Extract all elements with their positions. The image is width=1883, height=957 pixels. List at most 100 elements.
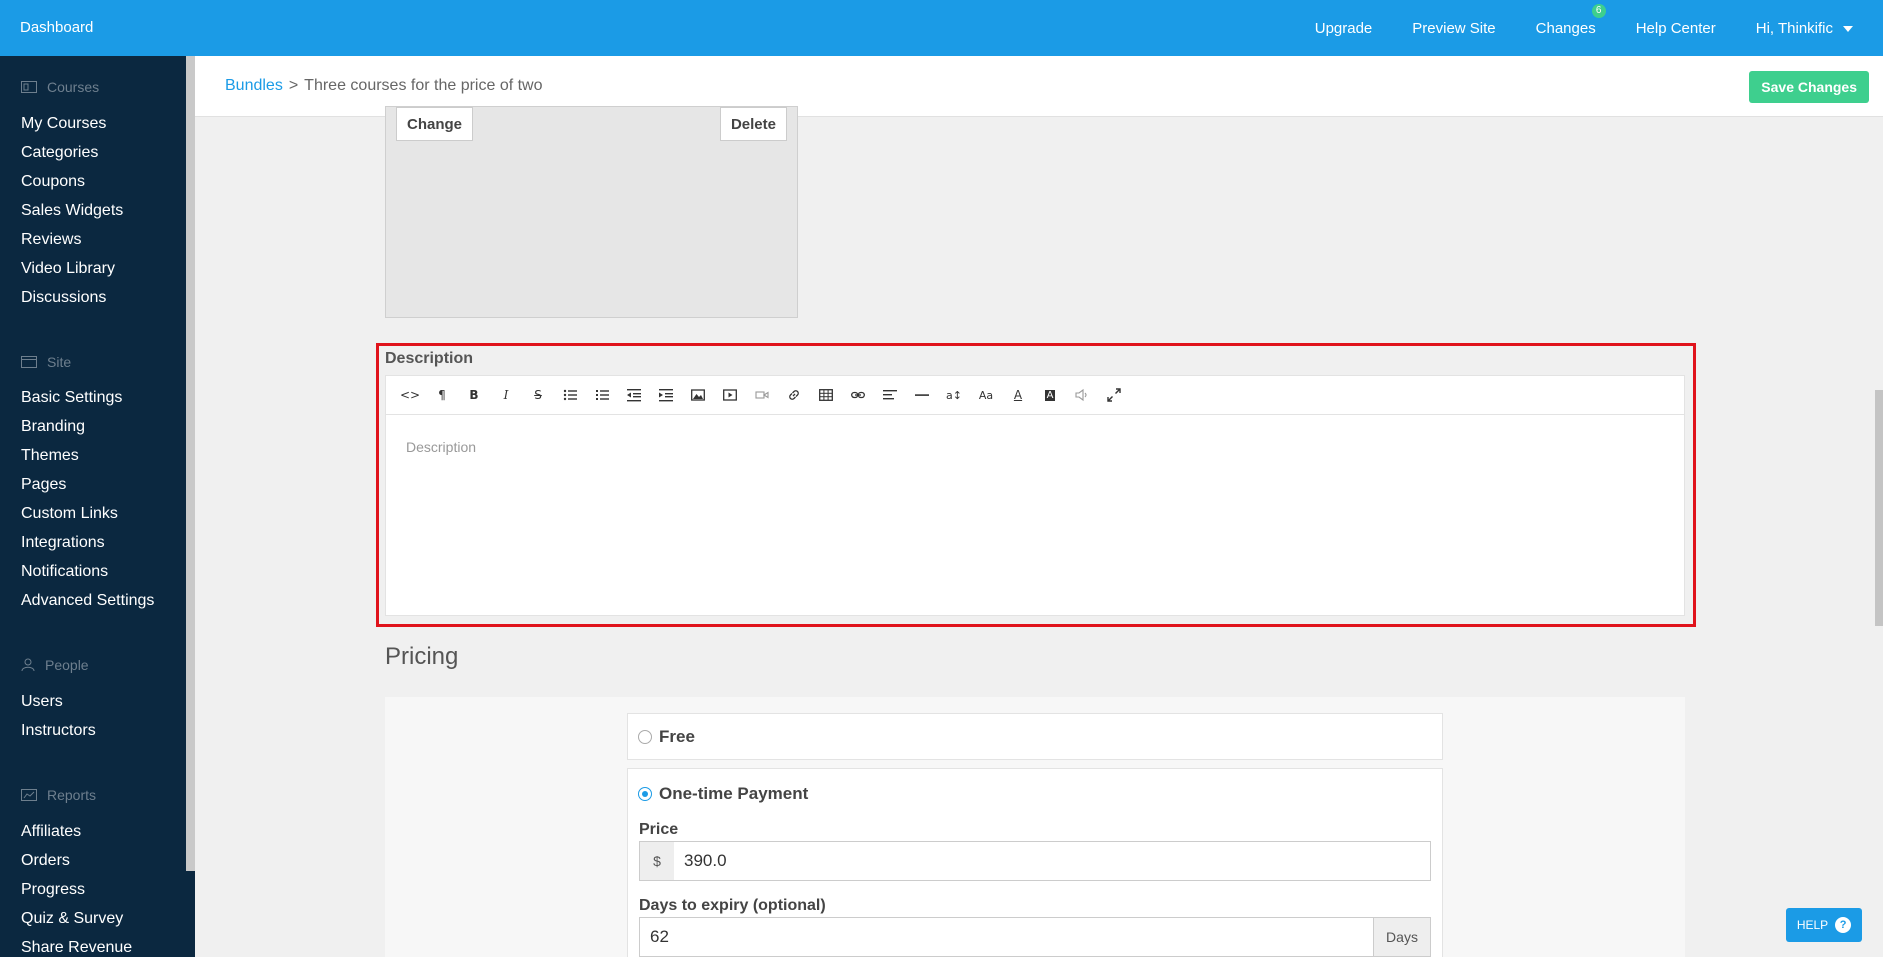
- align-icon[interactable]: [874, 379, 906, 411]
- dashboard-link[interactable]: Dashboard: [20, 19, 93, 36]
- sidebar-item-basic-settings[interactable]: Basic Settings: [21, 389, 122, 407]
- user-menu[interactable]: Hi, Thinkific: [1756, 20, 1853, 37]
- font-color-icon[interactable]: A: [1002, 379, 1034, 411]
- pricing-option-one-time[interactable]: One-time Payment Price $ Days to expiry …: [627, 768, 1443, 957]
- user-greeting: Hi, Thinkific: [1755, 19, 1833, 37]
- sidebar-item-categories[interactable]: Categories: [21, 144, 98, 162]
- insert-media-icon[interactable]: [746, 379, 778, 411]
- font-size-icon[interactable]: Aa: [970, 379, 1002, 411]
- paragraph-format-icon[interactable]: ¶: [426, 379, 458, 411]
- sidebar-item-notifications[interactable]: Notifications: [21, 563, 108, 581]
- people-icon: [21, 658, 35, 672]
- code-view-icon[interactable]: <>: [394, 379, 426, 411]
- changes-label: Changes: [1535, 19, 1596, 37]
- outdent-icon[interactable]: [618, 379, 650, 411]
- question-icon: ?: [1835, 917, 1852, 933]
- changes-link[interactable]: Changes 6: [1535, 3, 1606, 37]
- sidebar-item-branding[interactable]: Branding: [21, 418, 85, 436]
- one-time-label: One-time Payment: [659, 784, 809, 803]
- sidebar-item-integrations[interactable]: Integrations: [21, 534, 105, 552]
- editor-toolbar: <> ¶ B I S a↕ Aa A A: [385, 375, 1685, 415]
- expiry-input[interactable]: [640, 918, 1373, 956]
- sidebar-section-courses: Courses: [21, 79, 99, 95]
- help-label: HELP: [1796, 918, 1829, 932]
- sidebar-item-affiliates[interactable]: Affiliates: [21, 823, 81, 841]
- changes-count-badge: 6: [1591, 3, 1606, 18]
- sidebar-item-coupons[interactable]: Coupons: [21, 173, 85, 191]
- sidebar-item-custom-links[interactable]: Custom Links: [21, 505, 118, 523]
- line-height-icon[interactable]: a↕: [938, 379, 970, 411]
- pricing-heading: Pricing: [385, 643, 459, 670]
- horizontal-line-icon[interactable]: [906, 379, 938, 411]
- sidebar-item-quiz-survey[interactable]: Quiz & Survey: [21, 910, 123, 928]
- description-label: Description: [385, 350, 474, 367]
- sidebar-item-video-library[interactable]: Video Library: [21, 260, 115, 278]
- insert-image-icon[interactable]: [682, 379, 714, 411]
- sidebar: Courses My Courses Categories Coupons Sa…: [0, 56, 195, 957]
- sidebar-item-sales-widgets[interactable]: Sales Widgets: [21, 202, 123, 220]
- sidebar-scrollbar[interactable]: [186, 56, 195, 871]
- upgrade-link[interactable]: Upgrade: [1315, 20, 1373, 37]
- link-icon[interactable]: [842, 379, 874, 411]
- pricing-option-free[interactable]: Free: [627, 713, 1443, 760]
- sidebar-item-share-revenue[interactable]: Share Revenue: [21, 939, 132, 957]
- page-scrollbar[interactable]: [1875, 390, 1883, 626]
- sidebar-item-discussions[interactable]: Discussions: [21, 289, 106, 307]
- sidebar-section-people: People: [21, 657, 89, 673]
- change-image-button[interactable]: Change: [396, 107, 474, 141]
- sidebar-item-reviews[interactable]: Reviews: [21, 231, 81, 249]
- insert-video-icon[interactable]: [714, 379, 746, 411]
- sidebar-item-orders[interactable]: Orders: [21, 852, 70, 870]
- expiry-label: Days to expiry (optional): [639, 897, 826, 914]
- free-label: Free: [659, 727, 695, 746]
- site-icon: [21, 356, 37, 368]
- sidebar-item-advanced-settings[interactable]: Advanced Settings: [21, 592, 154, 610]
- background-color-icon[interactable]: A: [1034, 379, 1066, 411]
- sidebar-section-reports: Reports: [21, 787, 96, 803]
- sidebar-item-progress[interactable]: Progress: [21, 881, 85, 899]
- breadcrumb-separator: >: [288, 77, 299, 94]
- chevron-down-icon: [1843, 26, 1853, 32]
- free-radio[interactable]: [638, 730, 652, 744]
- price-field: $: [639, 841, 1431, 881]
- days-addon: Days: [1373, 918, 1430, 956]
- breadcrumb-bundles-link[interactable]: Bundles: [225, 77, 283, 94]
- insert-link-icon[interactable]: [778, 379, 810, 411]
- sidebar-section-site: Site: [21, 354, 71, 370]
- audio-icon[interactable]: [1066, 379, 1098, 411]
- fullscreen-icon[interactable]: [1098, 379, 1130, 411]
- strikethrough-icon[interactable]: S: [522, 379, 554, 411]
- insert-table-icon[interactable]: [810, 379, 842, 411]
- sidebar-section-title: Site: [47, 354, 72, 370]
- sidebar-section-title: Courses: [47, 79, 100, 95]
- price-input[interactable]: [674, 842, 1430, 880]
- bundle-image-panel: Change Delete: [385, 106, 798, 318]
- sidebar-item-instructors[interactable]: Instructors: [21, 722, 96, 740]
- indent-icon[interactable]: [650, 379, 682, 411]
- description-editor[interactable]: Description: [385, 415, 1685, 616]
- sidebar-item-themes[interactable]: Themes: [21, 447, 79, 465]
- sidebar-item-users[interactable]: Users: [21, 693, 63, 711]
- bold-icon[interactable]: B: [458, 379, 490, 411]
- top-nav: Upgrade Preview Site Changes 6 Help Cente…: [1315, 0, 1883, 56]
- breadcrumb-current: Three courses for the price of two: [304, 77, 543, 94]
- breadcrumb: Bundles > Three courses for the price of t…: [225, 77, 543, 95]
- description-placeholder: Description: [406, 439, 477, 455]
- help-button[interactable]: HELP ?: [1786, 908, 1862, 942]
- save-changes-button[interactable]: Save Changes: [1749, 71, 1869, 103]
- expiry-field: Days: [639, 917, 1431, 957]
- italic-icon[interactable]: I: [490, 379, 522, 411]
- unordered-list-icon[interactable]: [554, 379, 586, 411]
- sidebar-section-title: Reports: [47, 787, 97, 803]
- ordered-list-icon[interactable]: [586, 379, 618, 411]
- reports-icon: [21, 789, 37, 801]
- currency-addon: $: [640, 842, 674, 880]
- sidebar-section-title: People: [45, 657, 89, 673]
- delete-image-button[interactable]: Delete: [719, 107, 787, 141]
- one-time-radio[interactable]: [638, 787, 652, 801]
- sidebar-item-pages[interactable]: Pages: [21, 476, 66, 494]
- top-navigation-bar: Dashboard Upgrade Preview Site Changes 6 …: [0, 0, 1883, 56]
- help-center-link[interactable]: Help Center: [1636, 20, 1716, 37]
- preview-site-link[interactable]: Preview Site: [1412, 20, 1495, 37]
- sidebar-item-my-courses[interactable]: My Courses: [21, 115, 106, 133]
